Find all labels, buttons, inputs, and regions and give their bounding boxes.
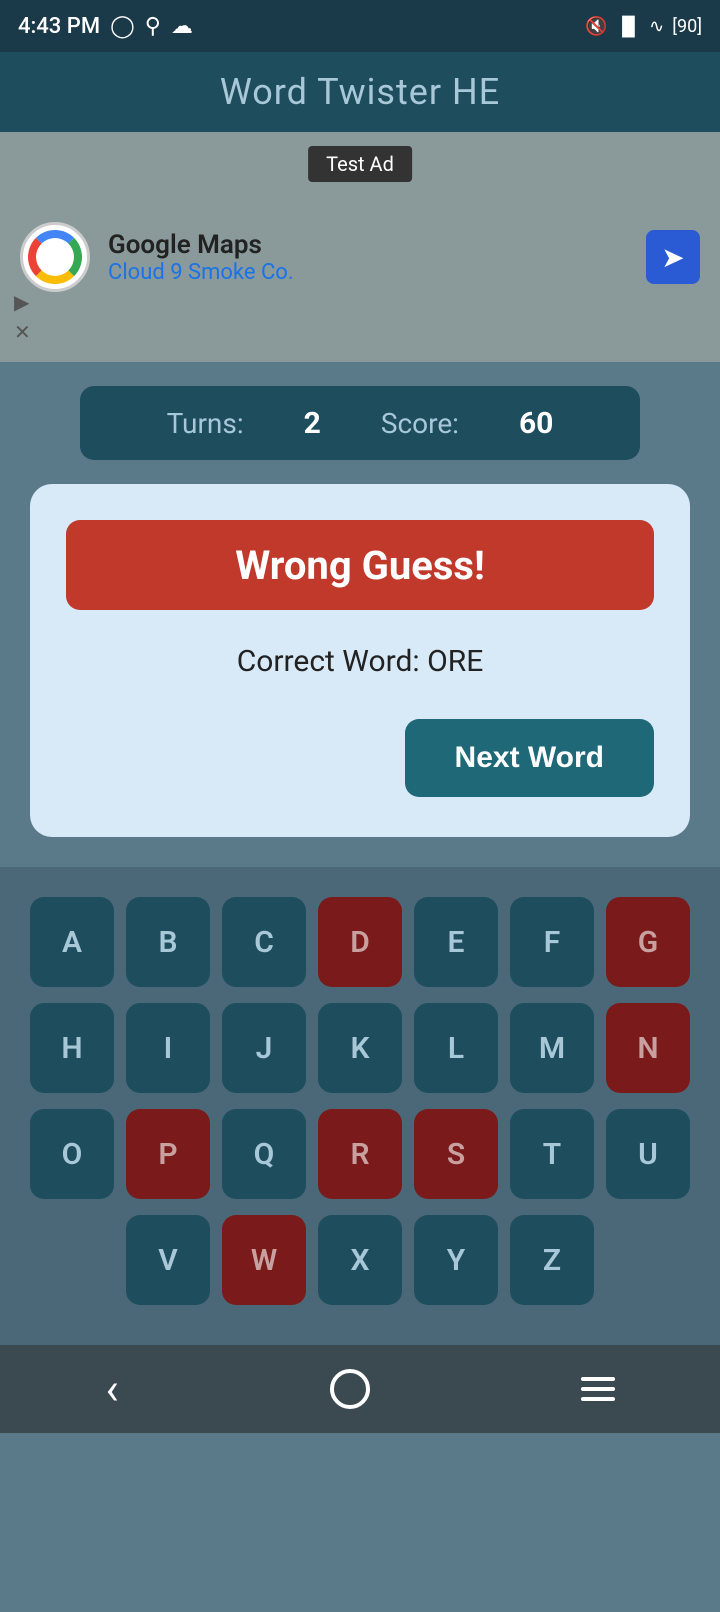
ad-banner: Test Ad Google Maps Cloud 9 Smoke Co. ➤ … [0, 132, 720, 362]
score-value: 60 [519, 406, 553, 441]
next-word-button[interactable]: Next Word [405, 719, 654, 797]
key-j[interactable]: J [222, 1003, 306, 1093]
key-r[interactable]: R [318, 1109, 402, 1199]
ad-company-name: Google Maps [108, 230, 646, 260]
key-w[interactable]: W [222, 1215, 306, 1305]
key-o[interactable]: O [30, 1109, 114, 1199]
key-row-2: OPQRSTU [16, 1109, 704, 1199]
wrong-guess-banner: Wrong Guess! [66, 520, 654, 610]
result-card: Wrong Guess! Correct Word: ORE Next Word [30, 484, 690, 837]
status-bar: 4:43 PM ◯ ⚲ ☁ 🔇 ▐▌ ∿ [90] [0, 0, 720, 52]
key-row-1: HIJKLMN [16, 1003, 704, 1093]
wifi-icon: ∿ [649, 16, 664, 37]
key-y[interactable]: Y [414, 1215, 498, 1305]
usb-icon: ⚲ [145, 14, 161, 39]
turns-label: Turns: [167, 407, 244, 440]
whatsapp-icon: ◯ [110, 14, 135, 39]
key-g[interactable]: G [606, 897, 690, 987]
cloud-icon: ☁ [171, 14, 193, 39]
status-indicators: 🔇 ▐▌ ∿ [90] [585, 16, 702, 37]
ad-label: Test Ad [308, 146, 412, 182]
google-logo-circle [28, 230, 82, 284]
key-c[interactable]: C [222, 897, 306, 987]
ad-close-icon[interactable]: ✕ [14, 320, 31, 344]
key-p[interactable]: P [126, 1109, 210, 1199]
key-b[interactable]: B [126, 897, 210, 987]
key-d[interactable]: D [318, 897, 402, 987]
correct-word-text: Correct Word: ORE [66, 644, 654, 679]
key-e[interactable]: E [414, 897, 498, 987]
turns-value: 2 [304, 406, 321, 441]
ad-subtitle: Cloud 9 Smoke Co. [108, 260, 646, 285]
menu-line-2 [581, 1387, 615, 1391]
menu-line-3 [581, 1397, 615, 1401]
ad-directions-icon[interactable]: ➤ [646, 230, 700, 284]
key-m[interactable]: M [510, 1003, 594, 1093]
battery-indicator: [90] [672, 16, 702, 37]
key-row-3: VWXYZ [16, 1215, 704, 1305]
score-bar: Turns: 2 Score: 60 [80, 386, 640, 460]
key-row-0: ABCDEFG [16, 897, 704, 987]
key-v[interactable]: V [126, 1215, 210, 1305]
signal-icon: ▐▌ [616, 16, 642, 37]
vibrate-icon: 🔇 [585, 16, 607, 37]
nav-bar [0, 1345, 720, 1433]
key-h[interactable]: H [30, 1003, 114, 1093]
key-i[interactable]: I [126, 1003, 210, 1093]
keyboard-area: ABCDEFG HIJKLMN OPQRSTU VWXYZ [0, 867, 720, 1345]
score-label: Score: [381, 407, 459, 440]
key-f[interactable]: F [510, 897, 594, 987]
ad-controls: ▶ ✕ [14, 290, 31, 344]
key-z[interactable]: Z [510, 1215, 594, 1305]
key-x[interactable]: X [318, 1215, 402, 1305]
key-q[interactable]: Q [222, 1109, 306, 1199]
key-t[interactable]: T [510, 1109, 594, 1199]
ad-play-icon[interactable]: ▶ [14, 290, 31, 314]
key-a[interactable]: A [30, 897, 114, 987]
menu-button[interactable] [541, 1357, 655, 1421]
ad-content[interactable]: Google Maps Cloud 9 Smoke Co. ➤ [20, 222, 700, 292]
menu-line-1 [581, 1377, 615, 1381]
app-header: Word Twister HE [0, 52, 720, 132]
key-s[interactable]: S [414, 1109, 498, 1199]
key-k[interactable]: K [318, 1003, 402, 1093]
back-button[interactable] [65, 1347, 158, 1431]
key-n[interactable]: N [606, 1003, 690, 1093]
ad-text: Google Maps Cloud 9 Smoke Co. [108, 230, 646, 285]
ad-logo [20, 222, 90, 292]
status-time: 4:43 PM ◯ ⚲ ☁ [18, 14, 193, 39]
wrong-guess-text: Wrong Guess! [235, 542, 485, 589]
home-icon [330, 1369, 370, 1409]
app-title: Word Twister HE [220, 71, 500, 113]
home-button[interactable] [290, 1353, 410, 1425]
key-l[interactable]: L [414, 1003, 498, 1093]
key-u[interactable]: U [606, 1109, 690, 1199]
card-footer: Next Word [66, 719, 654, 797]
